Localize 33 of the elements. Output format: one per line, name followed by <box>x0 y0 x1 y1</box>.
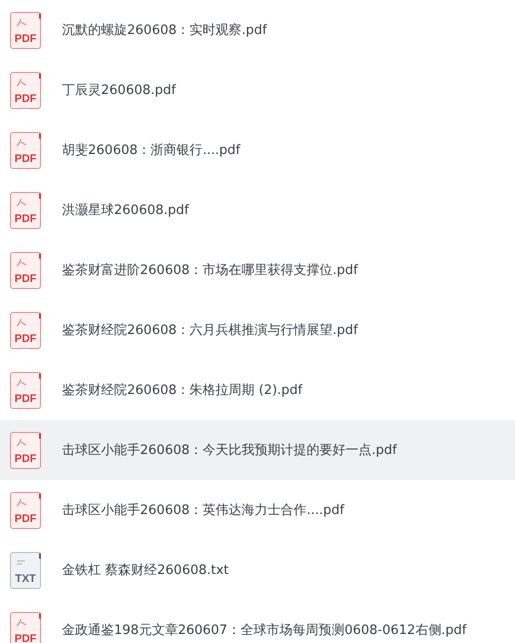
file-name: 沉默的螺旋260608：实时观察.pdf <box>62 22 267 39</box>
file-row[interactable]: PDF 击球区小能手260608：英伟达海力士合作....pdf <box>0 480 515 540</box>
file-icon: PDF <box>10 612 41 643</box>
file-icon: PDF <box>10 12 41 48</box>
file-name: 洪灏星球260608.pdf <box>62 202 189 219</box>
file-row[interactable]: PDF 沉默的螺旋260608：实时观察.pdf <box>0 0 515 60</box>
file-icon: PDF <box>10 132 41 168</box>
file-name: 金政通鉴198元文章260607：全球市场每周预测0608-0612右侧.pdf <box>62 622 467 639</box>
file-icon: PDF <box>10 72 41 108</box>
file-row[interactable]: PDF 鉴茶财经院260608：朱格拉周期 (2).pdf <box>0 360 515 420</box>
file-row[interactable]: TXT 金铁杠 蔡森财经260608.txt <box>0 540 515 600</box>
file-name: 鉴茶财富进阶260608：市场在哪里获得支撑位.pdf <box>62 262 358 279</box>
file-name: 击球区小能手260608：英伟达海力士合作....pdf <box>62 502 344 519</box>
file-row[interactable]: PDF 金政通鉴198元文章260607：全球市场每周预测0608-0612右侧.pdf <box>0 600 515 643</box>
file-icon: PDF <box>10 492 41 528</box>
file-icon: TXT <box>10 552 41 588</box>
file-icon: PDF <box>10 432 41 468</box>
file-row[interactable]: PDF 鉴茶财富进阶260608：市场在哪里获得支撑位.pdf <box>0 240 515 300</box>
file-icon: PDF <box>10 372 41 408</box>
file-row[interactable]: PDF 鉴茶财经院260608：六月兵棋推演与行情展望.pdf <box>0 300 515 360</box>
file-icon: PDF <box>10 192 41 228</box>
file-row[interactable]: PDF 击球区小能手260608：今天比我预期计提的要好一点.pdf <box>0 420 515 480</box>
file-name: 鉴茶财经院260608：六月兵棋推演与行情展望.pdf <box>62 322 358 339</box>
file-icon: PDF <box>10 312 41 348</box>
file-row[interactable]: PDF 洪灏星球260608.pdf <box>0 180 515 240</box>
file-name: 丁辰灵260608.pdf <box>62 82 176 99</box>
file-row[interactable]: PDF 胡斐260608：浙商银行....pdf <box>0 120 515 180</box>
file-row[interactable]: PDF 丁辰灵260608.pdf <box>0 60 515 120</box>
file-icon: PDF <box>10 252 41 288</box>
file-name: 鉴茶财经院260608：朱格拉周期 (2).pdf <box>62 382 302 399</box>
file-name: 胡斐260608：浙商银行....pdf <box>62 142 240 159</box>
file-name: 击球区小能手260608：今天比我预期计提的要好一点.pdf <box>62 442 397 459</box>
file-name: 金铁杠 蔡森财经260608.txt <box>62 562 229 579</box>
